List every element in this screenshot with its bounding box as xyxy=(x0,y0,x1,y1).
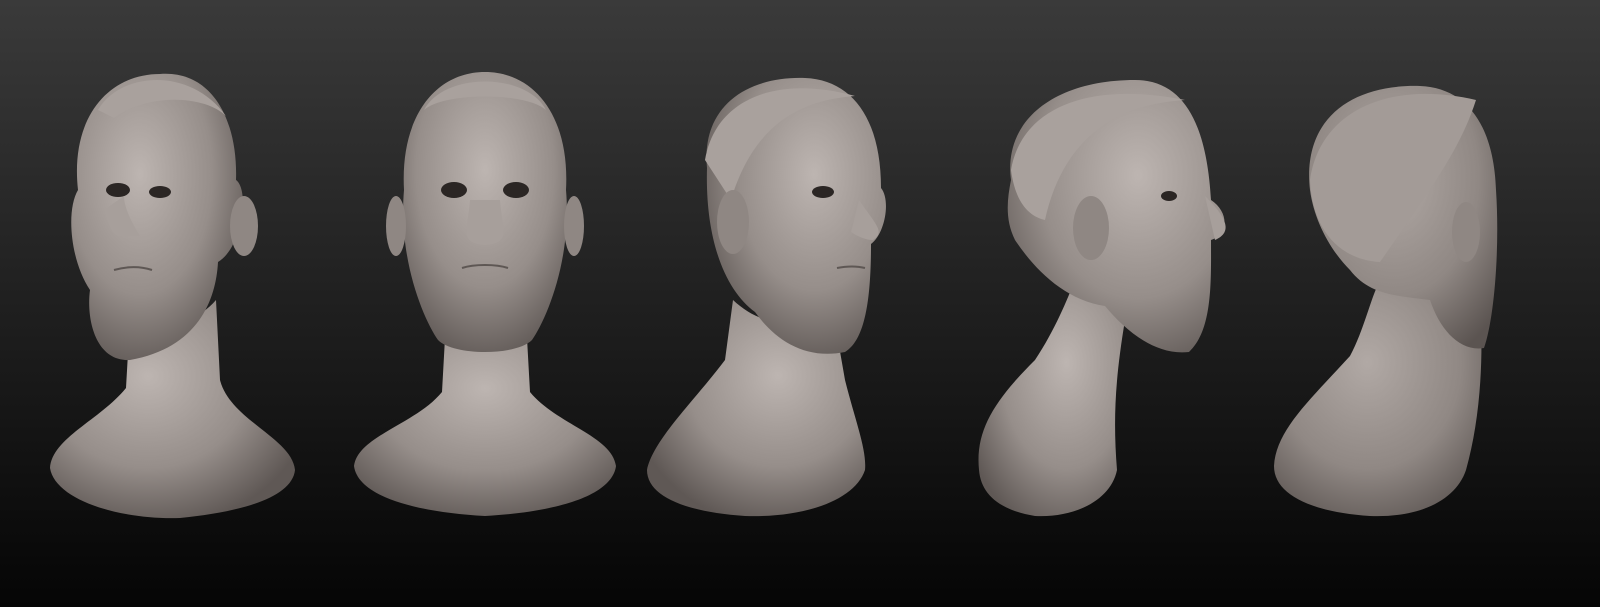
bust-view-front xyxy=(350,0,620,607)
bust-view-three-quarter-left xyxy=(30,0,310,607)
render-viewport xyxy=(0,0,1600,607)
bust-view-profile-right xyxy=(975,0,1235,607)
bust-view-back-three-quarter xyxy=(1270,0,1510,607)
bust-view-three-quarter-right xyxy=(645,0,895,607)
